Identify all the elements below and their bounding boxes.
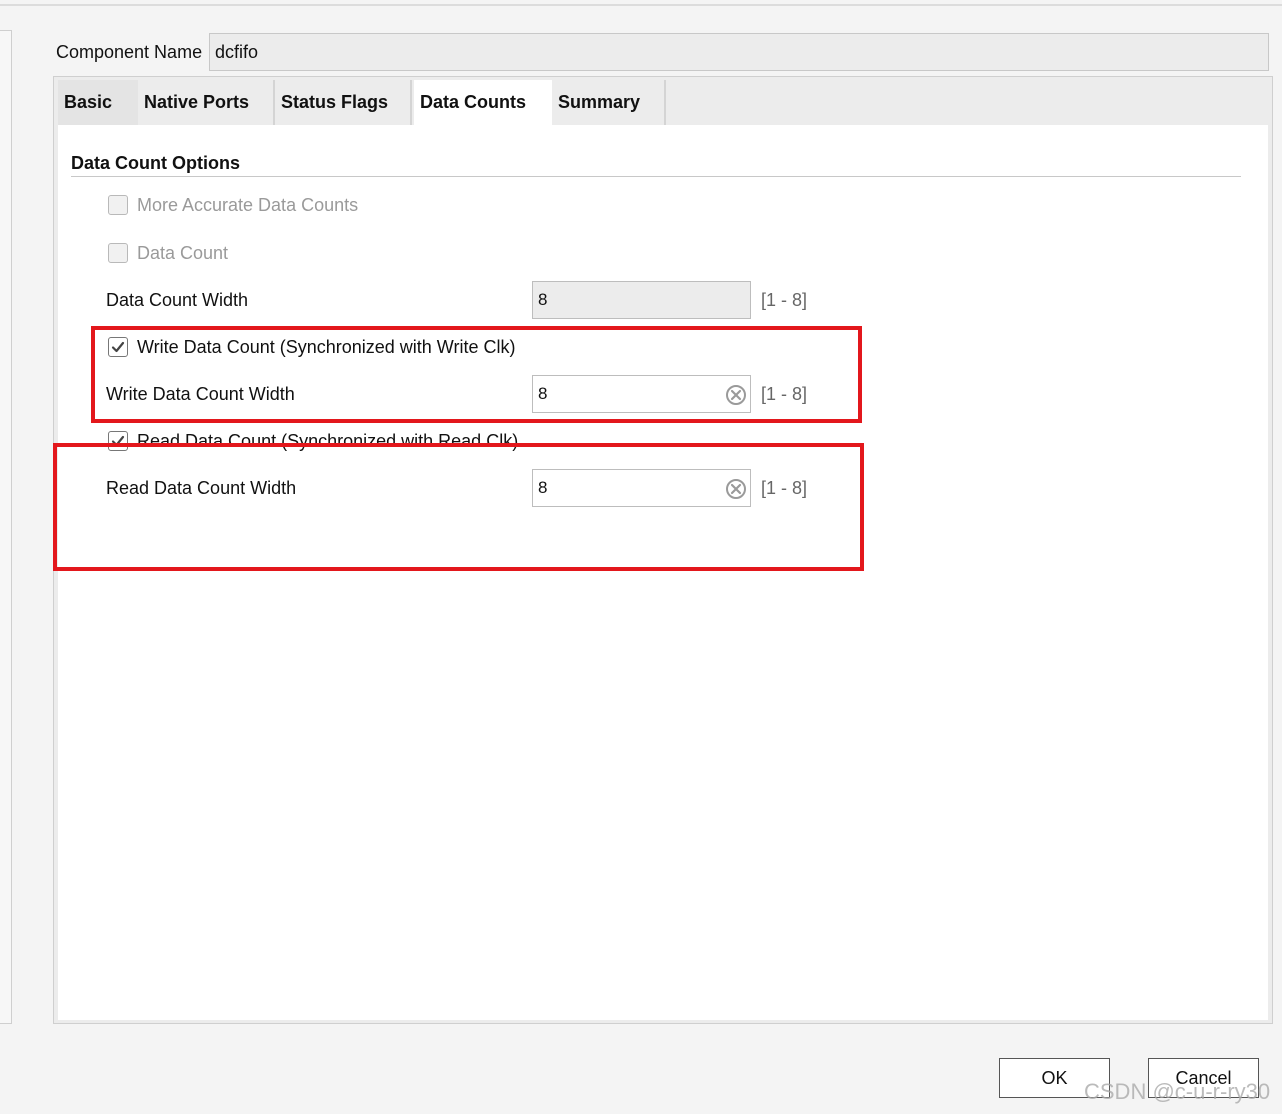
- watermark: CSDN @c-u-r-ry30: [1084, 1079, 1271, 1104]
- data-count-width-value: 8: [538, 290, 548, 309]
- tab-basic[interactable]: Basic: [58, 80, 138, 125]
- tab-bar: Basic Native Ports Status Flags Data Cou…: [58, 80, 1268, 125]
- left-side-panel: [0, 30, 12, 1024]
- write-data-count-highlight: [91, 326, 862, 423]
- tab-content: [58, 125, 1268, 1020]
- component-name-input[interactable]: dcfifo: [209, 33, 1269, 71]
- data-count-width-input[interactable]: 8: [532, 281, 751, 319]
- section-title: Data Count Options: [71, 153, 240, 173]
- more-accurate-data-counts-checkbox[interactable]: [108, 195, 128, 215]
- data-count-label: Data Count: [137, 243, 229, 263]
- tab-native-ports[interactable]: Native Ports: [138, 80, 275, 125]
- tab-status-flags[interactable]: Status Flags: [275, 80, 412, 125]
- more-accurate-data-counts-label: More Accurate Data Counts: [137, 195, 359, 215]
- data-count-width-label: Data Count Width: [106, 290, 249, 310]
- tab-data-counts[interactable]: Data Counts: [414, 80, 552, 125]
- data-count-checkbox[interactable]: [108, 243, 128, 263]
- top-divider: [0, 4, 1282, 6]
- read-data-count-highlight: [53, 443, 864, 571]
- component-name-label: Component Name: [56, 42, 203, 62]
- data-count-width-range: [1 - 8]: [761, 290, 808, 310]
- tab-summary[interactable]: Summary: [552, 80, 666, 125]
- section-divider: [71, 176, 1241, 177]
